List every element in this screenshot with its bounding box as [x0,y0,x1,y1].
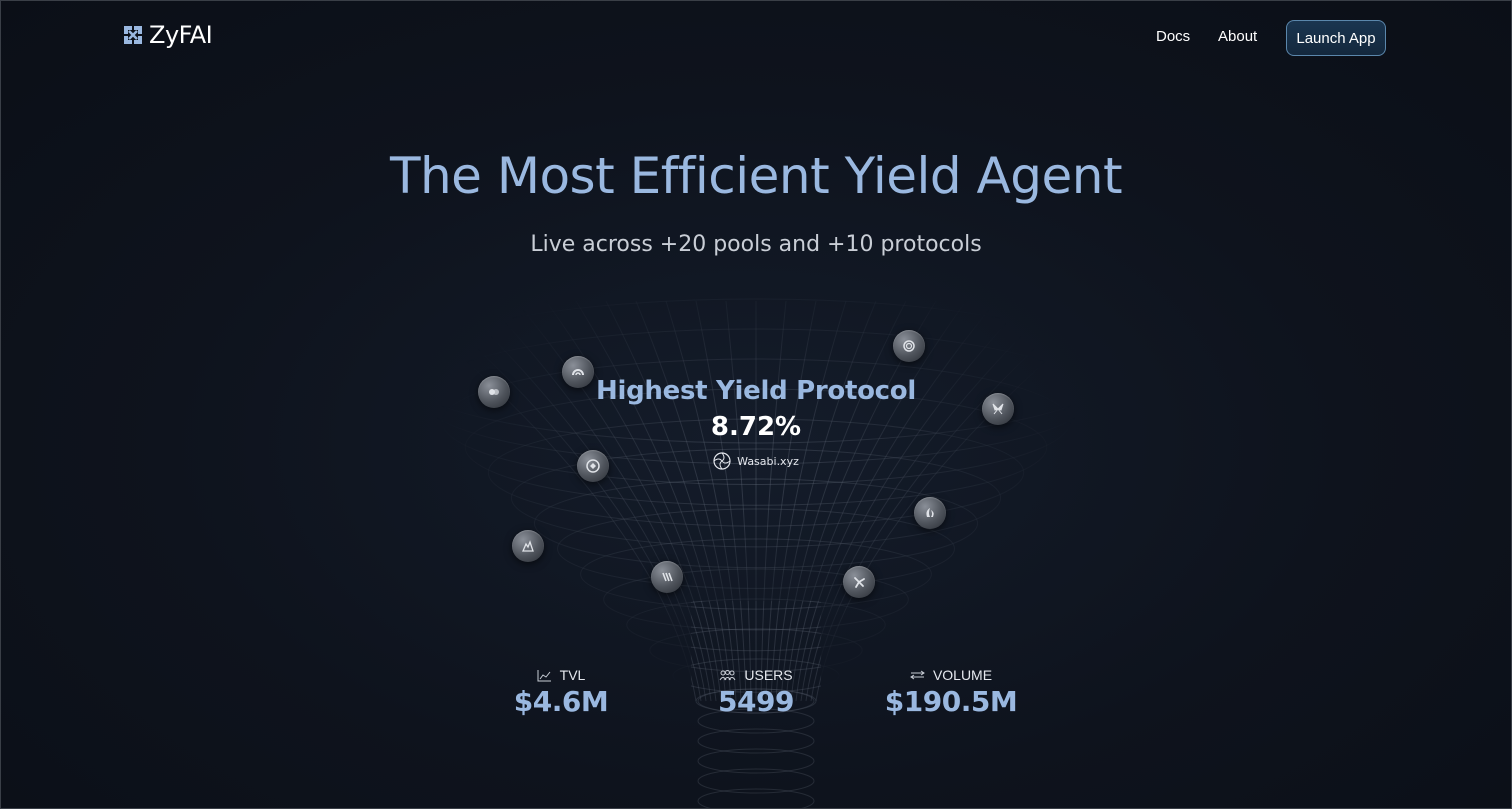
stat-tvl-label: TVL [559,667,586,683]
coin-glyph-icon [854,577,865,588]
protocol-coin-icon-6[interactable] [914,497,946,529]
stat-tvl-value: $4.6M [513,685,609,718]
protocol-coin-icon-1[interactable] [478,376,510,408]
stat-volume-label: VOLUME [932,667,993,683]
logo-text: ZyFAI [149,21,213,49]
protocol-coin-icon-4[interactable] [982,393,1014,425]
protocol-coin-icon-5[interactable] [577,450,609,482]
protocol-coin-icon-3[interactable] [893,330,925,362]
highest-yield-value: 8.72% [710,412,802,442]
stat-users-label: USERS [744,667,793,683]
highest-yield-protocol[interactable]: Wasabi.xyz [713,452,799,470]
stat-users: USERS 5499 [696,667,816,718]
nav-docs-link[interactable]: Docs [1156,28,1190,45]
protocol-coin-icon-2[interactable] [562,356,594,388]
coin-glyph-icon [522,540,534,552]
protocol-coin-icon-9[interactable] [843,566,875,598]
logo[interactable]: ZyFAI [123,21,213,49]
coin-glyph-icon [489,389,499,395]
hero-subtitle: Live across +20 pools and +10 protocols [530,232,982,257]
highest-yield-panel: Highest Yield Protocol 8.72% Wasabi.xyz [556,376,956,474]
stat-volume: VOLUME $190.5M [881,667,1021,718]
hero-title: The Most Efficient Yield Agent [389,147,1123,205]
nav-about-link[interactable]: About [1218,28,1257,45]
coin-glyph-icon [662,572,673,582]
page: ZyFAI Docs About Launch App The Most Eff… [0,0,1512,809]
protocol-coin-icon-7[interactable] [512,530,544,562]
users-icon [719,670,736,681]
stat-tvl: TVL $4.6M [501,667,621,718]
arrows-icon [910,670,925,680]
coin-glyph-icon [926,508,934,517]
launch-app-button[interactable]: Launch App [1286,20,1386,56]
chart-icon [537,669,551,681]
stat-users-value: 5499 [718,685,794,718]
highest-yield-protocol-name: Wasabi.xyz [737,454,799,468]
protocol-coin-icon-8[interactable] [651,561,683,593]
coin-glyph-icon [992,403,1004,415]
logo-mark-icon [124,26,142,44]
coin-glyph-icon [903,340,915,352]
highest-yield-title: Highest Yield Protocol [596,376,916,406]
wasabi-logo-icon [713,452,731,470]
stat-volume-value: $190.5M [884,685,1018,718]
coin-glyph-icon [572,369,584,376]
vortex-throat-ring [697,788,815,808]
coin-glyph-icon [586,459,600,473]
